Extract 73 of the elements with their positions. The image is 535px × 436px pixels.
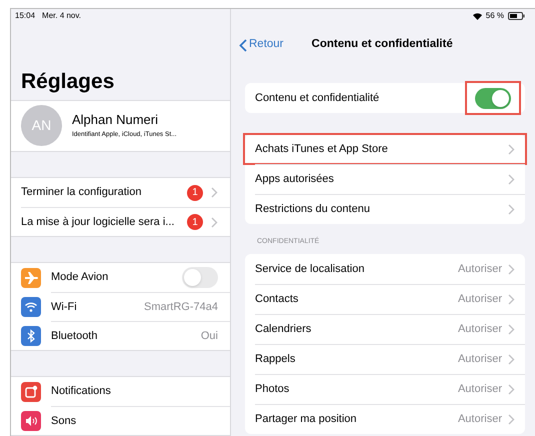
wifi-icon [21, 296, 41, 316]
speaker-icon [21, 410, 41, 430]
row-value: Oui [200, 328, 218, 344]
chevron-icon [211, 216, 218, 228]
row-label: La mise à jour logicielle sera i... [21, 214, 176, 230]
row-label: Wi-Fi [51, 300, 78, 315]
settings-row[interactable]: La mise à jour logicielle sera i... 1 [11, 207, 230, 236]
settings-row[interactable]: Wi-Fi SmartRG-74a4 [11, 292, 230, 321]
chevron-icon [508, 294, 515, 305]
battery-percent: 56 % [486, 10, 504, 22]
chevron-icon [508, 264, 515, 274]
settings-row[interactable]: Photos Autoriser [245, 374, 525, 404]
settings-row[interactable]: Achats iTunes et App Store [245, 134, 525, 164]
settings-row[interactable]: Rappels Autoriser [245, 344, 525, 374]
row-label: Restrictions du contenu [255, 202, 371, 218]
row-value: Autoriser [458, 322, 502, 338]
notification-badge: 1 [187, 184, 203, 200]
bluetooth-icon [21, 326, 41, 346]
chevron-icon [211, 187, 218, 198]
settings-row[interactable]: Mode Avion [11, 263, 230, 292]
row-label: Bluetooth [51, 328, 98, 344]
settings-row[interactable]: Terminer la configuration 1 [11, 178, 230, 207]
settings-row[interactable]: Service de localisation Autoriser [245, 254, 525, 284]
row-value: Autoriser [458, 382, 502, 398]
chevron-icon [508, 174, 515, 185]
chevron-icon [508, 414, 515, 425]
chevron-icon [508, 324, 515, 335]
notifications-icon [21, 382, 41, 402]
toggle-switch[interactable] [475, 88, 511, 108]
row-label: Calendriers [255, 322, 312, 338]
settings-row[interactable]: Sons [11, 406, 230, 435]
chevron-icon [508, 384, 515, 395]
toggle-switch[interactable] [182, 267, 218, 288]
settings-row[interactable]: Partager ma position Autoriser [245, 404, 525, 434]
row-value: Autoriser [458, 412, 502, 428]
chevron-icon [508, 204, 515, 215]
settings-row[interactable]: Contacts Autoriser [245, 284, 525, 314]
row-value: Autoriser [458, 292, 502, 308]
profile-name: Alphan Numeri [72, 112, 159, 127]
settings-row[interactable]: Contenu et confidentialité [245, 83, 525, 113]
settings-row[interactable]: Notifications [11, 377, 230, 406]
airplane-icon [21, 268, 41, 288]
chevron-icon [508, 144, 515, 154]
nav-title: Contenu et confidentialité [312, 37, 453, 52]
row-label: Contacts [255, 292, 300, 308]
row-label: Sons [51, 414, 78, 429]
row-label: Notifications [51, 384, 112, 400]
row-label: Apps autorisées [255, 172, 335, 188]
settings-row[interactable]: Bluetooth Oui [11, 321, 230, 350]
status-date: Mer. 4 nov. [42, 10, 82, 22]
row-value: Autoriser [458, 352, 502, 368]
settings-row[interactable]: Apps autorisées [245, 164, 525, 194]
page-title: Réglages [20, 68, 116, 95]
row-label: Contenu et confidentialité [255, 90, 380, 106]
row-label: Achats iTunes et App Store [255, 142, 389, 157]
row-label: Service de localisation [255, 262, 366, 277]
row-label: Mode Avion [51, 270, 110, 286]
wifi-icon [472, 12, 482, 20]
row-label: Terminer la configuration [21, 185, 142, 200]
row-value: SmartRG-74a4 [144, 300, 218, 315]
row-label: Photos [255, 382, 290, 398]
row-label: Partager ma position [255, 412, 358, 428]
back-chevron-icon [239, 38, 247, 52]
settings-row[interactable]: Calendriers Autoriser [245, 314, 525, 344]
chevron-icon [508, 354, 515, 365]
back-button[interactable]: Retour [239, 36, 284, 54]
settings-row[interactable]: Restrictions du contenu [245, 194, 525, 224]
battery-icon [508, 12, 525, 20]
row-value: Autoriser [458, 262, 502, 277]
status-time: 15:04 [15, 10, 36, 22]
notification-badge: 1 [187, 214, 203, 230]
row-label: Rappels [255, 352, 296, 368]
avatar: AN [21, 105, 62, 146]
